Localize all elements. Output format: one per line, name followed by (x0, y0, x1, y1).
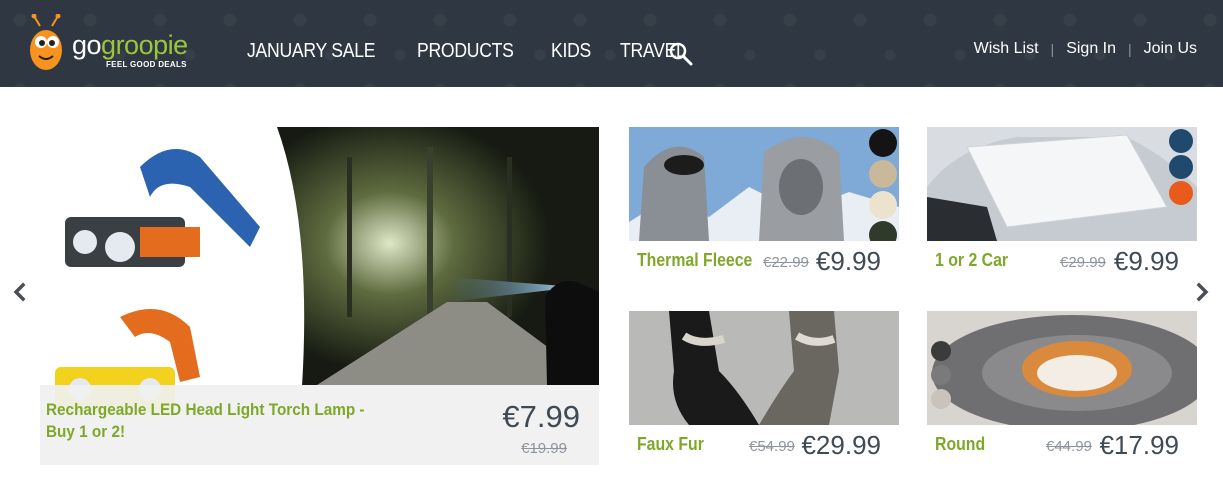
nav-item-january-sale[interactable]: JANUARY SALE (247, 40, 376, 63)
deal-card-image (629, 311, 899, 425)
account-separator: | (1128, 41, 1132, 57)
deal-card-old-price: €54.99 (749, 438, 795, 455)
chevron-right-icon[interactable] (1194, 280, 1212, 304)
nav-item-products[interactable]: PRODUCTS (417, 40, 514, 63)
deal-card-old-price: €44.99 (1046, 438, 1092, 455)
signin-link[interactable]: Sign In (1066, 40, 1116, 58)
deal-card-price: €17.99 (1099, 430, 1179, 460)
deal-card-image (629, 127, 899, 241)
search-icon[interactable] (668, 41, 694, 67)
deal-card-price: €9.99 (815, 246, 881, 276)
wishlist-link[interactable]: Wish List (974, 40, 1039, 58)
deal-card-title: Thermal Fleece (637, 250, 753, 270)
deal-card-image (927, 311, 1197, 425)
deal-card-title: Faux Fur (637, 434, 704, 454)
deal-card-old-price: €29.99 (1060, 254, 1106, 271)
deal-card[interactable]: Faux Fur €54.99 €29.99 (629, 311, 899, 465)
hero-title[interactable]: Rechargeable LED Head Light Torch Lamp -… (46, 399, 370, 443)
logo-text-go: go (72, 30, 102, 60)
logo-text-groopie: groopie (101, 30, 188, 60)
deal-card-title: Round (935, 434, 986, 454)
deal-card-price: €9.99 (1113, 246, 1179, 276)
chevron-left-icon[interactable] (10, 280, 28, 304)
hero-deal[interactable]: Rechargeable LED Head Light Torch Lamp -… (40, 127, 599, 465)
deal-card-title: 1 or 2 Car (935, 250, 1009, 270)
deal-card-image (927, 127, 1197, 241)
deal-card[interactable]: Thermal Fleece €22.99 €9.99 (629, 127, 899, 281)
logo[interactable]: gogroopie FEEL GOOD DEALS (28, 14, 203, 74)
site-header: gogroopie FEEL GOOD DEALS JANUARY SALE P… (0, 0, 1223, 87)
joinus-link[interactable]: Join Us (1144, 40, 1197, 58)
hero-price: €7.99 (502, 399, 580, 434)
logo-bug-icon (30, 14, 62, 70)
hero-old-price: €19.99 (521, 440, 567, 457)
main-nav: JANUARY SALE PRODUCTS KIDS TRAVEL (247, 40, 719, 63)
deal-card[interactable]: Round €44.99 €17.99 (927, 311, 1197, 465)
deal-card-price: €29.99 (801, 430, 881, 460)
nav-item-kids[interactable]: KIDS (551, 40, 591, 63)
deal-card-old-price: €22.99 (763, 254, 809, 271)
logo-tagline: FEEL GOOD DEALS (106, 60, 187, 69)
logo-text: gogroopie (72, 30, 188, 61)
account-links: Wish List | Sign In | Join Us (974, 40, 1197, 58)
account-separator: | (1050, 41, 1055, 57)
deal-card[interactable]: 1 or 2 Car €29.99 €9.99 (927, 127, 1197, 281)
